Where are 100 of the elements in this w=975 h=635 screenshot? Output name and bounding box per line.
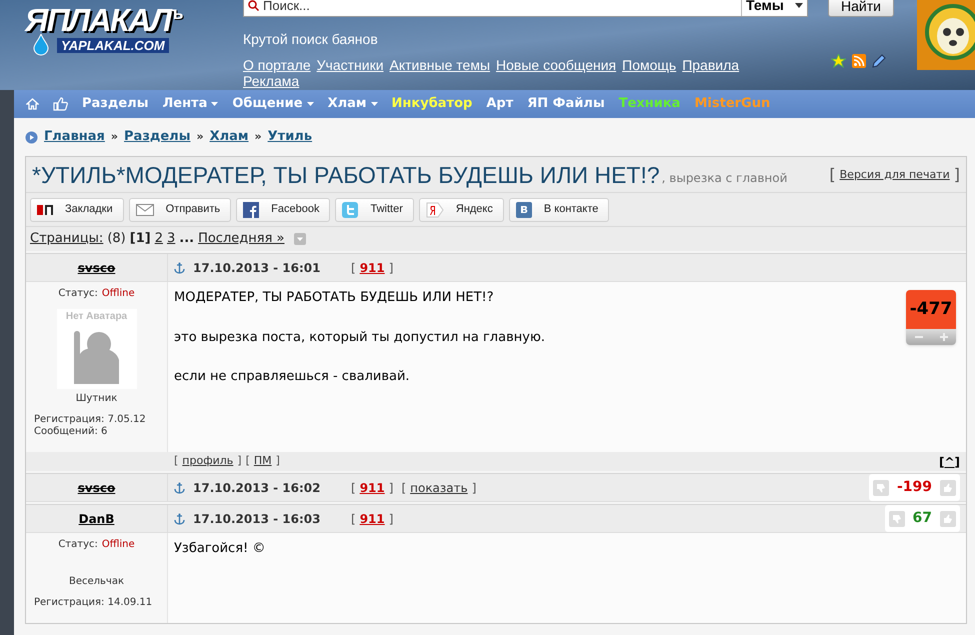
breadcrumb-link[interactable]: Хлам <box>210 127 249 147</box>
last-page-link[interactable]: Последняя » <box>198 229 284 249</box>
share-button[interactable]: В контакте <box>508 198 610 222</box>
thumbs-up-icon[interactable] <box>940 480 956 496</box>
anchor-icon[interactable] <box>174 512 185 524</box>
pages-label[interactable]: Страницы: <box>30 229 104 249</box>
header-link[interactable]: Новые сообщения <box>496 57 616 73</box>
bracket: ] <box>388 260 394 276</box>
bracket: ] <box>954 454 960 470</box>
bookmark-logo-icon <box>37 204 53 216</box>
footer-link[interactable]: ПМ <box>254 453 272 470</box>
breadcrumb-separator: » <box>254 128 262 145</box>
share-button[interactable]: Twitter <box>335 198 414 222</box>
page-count: (8) <box>107 230 126 248</box>
bracket: [ <box>401 480 406 496</box>
bracket: [ <box>174 453 178 470</box>
bracket: [ <box>938 454 944 470</box>
bracket: [ <box>351 510 356 528</box>
share-button[interactable]: Закладки <box>30 198 124 222</box>
author-link[interactable]: DanB <box>78 510 114 528</box>
scroll-top-link[interactable]: ^ <box>944 452 955 470</box>
message-count: Сообщений: 6 <box>34 426 108 438</box>
plus-icon[interactable] <box>940 333 948 341</box>
bracket: [ <box>246 453 250 470</box>
topic-subtitle: , вырезка с главной <box>662 170 788 187</box>
post-text: это вырезка поста, который ты допустил на главную. <box>174 328 546 346</box>
rating-score: 67 <box>912 509 932 528</box>
header-link[interactable]: О портале <box>243 57 311 73</box>
mascot-avatar-drawing <box>917 0 975 70</box>
bracket: [ <box>351 260 356 276</box>
avatar-caption: Нет Аватара <box>66 310 128 324</box>
bracket: ] <box>237 453 242 470</box>
post-date: 17.10.2013 - 16:03 <box>193 510 322 528</box>
page-link[interactable]: 2 <box>154 229 163 249</box>
breadcrumb-separator: » <box>196 128 204 145</box>
header-link[interactable]: Участники <box>316 57 384 73</box>
post-text: МОДЕРАТЕР, ТЫ РАБОТАТЬ БУДЕШЬ ИЛИ НЕТ!? <box>174 289 495 307</box>
header-link[interactable]: Активные темы <box>390 57 490 73</box>
thumbs-down-icon[interactable] <box>872 480 889 496</box>
rating-score: -199 <box>896 478 932 497</box>
search-button[interactable]: Найти <box>828 0 894 16</box>
post-number-link[interactable]: 911 <box>360 258 385 276</box>
header-link[interactable]: Правила <box>682 57 740 73</box>
thumbs-down-icon[interactable] <box>888 510 905 526</box>
post-date: 17.10.2013 - 16:01 <box>193 260 322 276</box>
play-circle-icon <box>25 130 38 144</box>
post-number-link[interactable]: 911 <box>360 478 385 496</box>
page-link[interactable]: 3 <box>166 229 176 249</box>
breadcrumb-link[interactable]: Утиль <box>268 127 312 147</box>
pencil-icon[interactable] <box>872 54 886 68</box>
thumbs-up-icon[interactable] <box>940 510 956 526</box>
bracket: ] <box>472 480 476 496</box>
home-icon[interactable] <box>26 98 39 110</box>
share-button[interactable]: Facebook <box>236 198 330 222</box>
status-label: Статус: <box>58 287 98 301</box>
breadcrumb-separator: » <box>110 128 118 145</box>
search-icon <box>248 0 259 11</box>
water-drop-icon <box>33 34 49 56</box>
caret-icon <box>211 102 218 106</box>
facebook-icon <box>243 202 260 218</box>
envelope-icon <box>136 204 154 216</box>
current-page: [1] <box>130 230 151 248</box>
header-link[interactable]: Помощь <box>622 57 676 73</box>
star-icon[interactable] <box>831 54 846 69</box>
search-field[interactable]: Поиск... Темы <box>243 0 808 17</box>
show-link[interactable]: показать <box>410 478 468 496</box>
anchor-icon[interactable] <box>174 262 185 274</box>
rating-score: -477 <box>906 290 956 329</box>
footer-link[interactable]: профиль <box>182 453 234 470</box>
caret-icon <box>306 102 314 106</box>
breadcrumb-link[interactable]: Главная <box>44 127 105 147</box>
status-label: Статус: <box>58 538 98 552</box>
anchor-icon[interactable] <box>174 482 185 494</box>
header-link[interactable]: Реклама <box>243 73 300 89</box>
logo-text: ЯПЛАКАЛ <box>25 4 170 36</box>
breadcrumb-link[interactable]: Разделы <box>124 127 190 147</box>
bracket: ] <box>954 164 960 186</box>
topic-title: *УТИЛЬ*МОДЕРАТЕР, ТЫ РАБОТАТЬ БУДЕШЬ ИЛИ НЕТ!? <box>32 164 660 187</box>
thumbs-up-icon[interactable] <box>53 97 68 111</box>
author-link[interactable]: svsco <box>78 478 116 496</box>
bracket: [ <box>829 164 836 186</box>
post-text: если не справляешься - сваливай. <box>174 368 411 386</box>
share-button[interactable]: Яндекс <box>418 198 504 222</box>
status-value: Offline <box>102 287 135 301</box>
status-value: Offline <box>102 538 135 552</box>
post-text: Узбагойся! © <box>174 540 266 558</box>
vk-icon <box>516 202 532 218</box>
minus-icon[interactable] <box>914 336 922 338</box>
print-version-link[interactable]: Версия для печати <box>840 166 950 184</box>
bird-icon <box>342 202 358 218</box>
author-link[interactable]: svsco <box>78 258 116 276</box>
caret-icon <box>795 3 803 8</box>
rss-icon[interactable] <box>852 54 866 68</box>
share-button[interactable]: Отправить <box>128 198 232 222</box>
dropdown-icon[interactable] <box>294 233 306 245</box>
bracket: ] <box>276 453 280 470</box>
scope-select[interactable]: Темы <box>741 0 807 16</box>
post-number-link[interactable]: 911 <box>360 510 385 528</box>
caret-icon <box>370 102 378 106</box>
tagline: Крутой поиск баянов <box>243 30 379 49</box>
